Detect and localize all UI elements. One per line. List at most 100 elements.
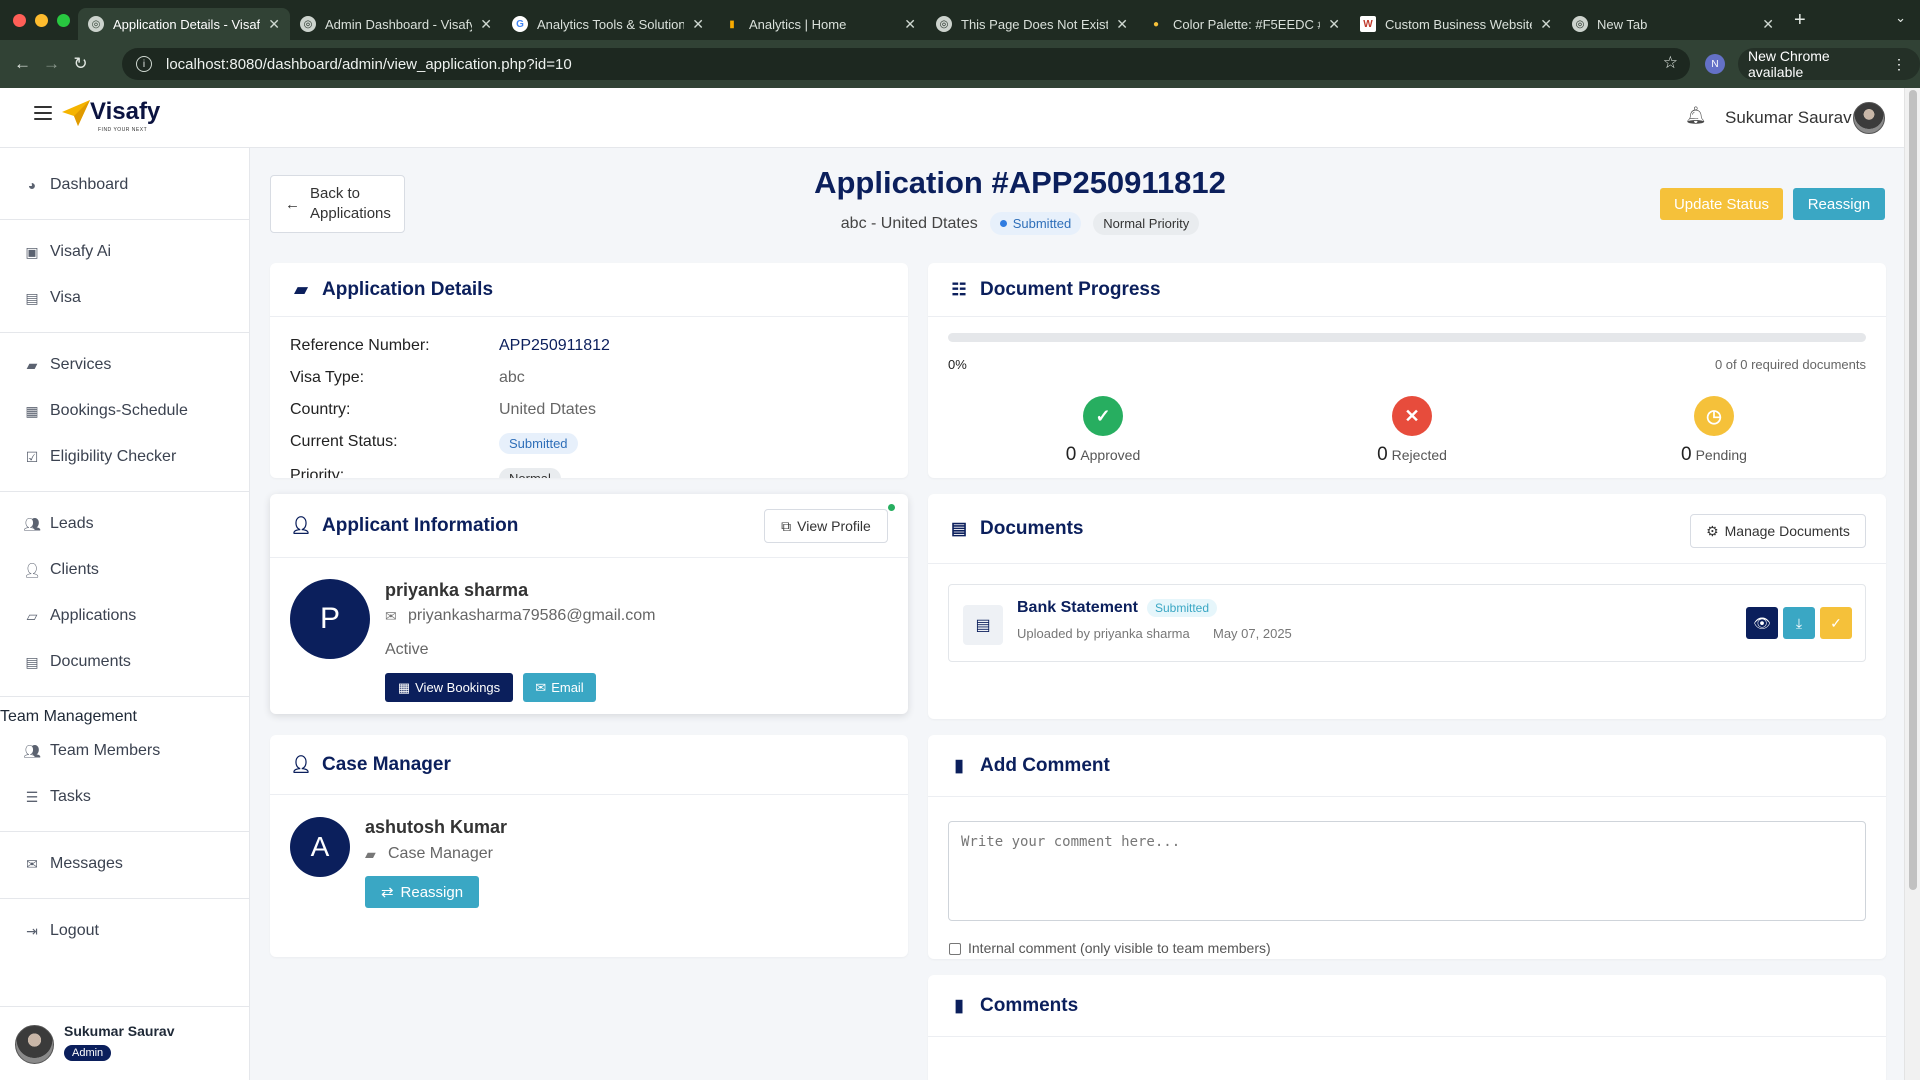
- reassign-button[interactable]: Reassign: [1793, 188, 1885, 220]
- sidebar-item-eligibility[interactable]: ☑ Eligibility Checker: [0, 437, 249, 477]
- browser-tab[interactable]: ▮ Analytics | Home ✕: [714, 8, 926, 40]
- exchange-icon: ⇄: [380, 884, 394, 901]
- manage-documents-button[interactable]: ⚙ Manage Documents: [1690, 514, 1866, 548]
- close-tab-icon[interactable]: ✕: [480, 16, 492, 33]
- sidebar-divider: [0, 696, 249, 697]
- close-tab-icon[interactable]: ✕: [904, 16, 916, 33]
- sidebar-item-dashboard[interactable]: ◕ Dashboard: [0, 165, 249, 205]
- browser-tab[interactable]: W Custom Business Website ✕: [1350, 8, 1562, 40]
- tab-title: Admin Dashboard - Visafy: [325, 16, 473, 32]
- browser-tab[interactable]: ◎ This Page Does Not Exist ✕: [926, 8, 1138, 40]
- webflow-icon: W: [1360, 16, 1376, 32]
- site-info-icon[interactable]: i: [136, 56, 152, 72]
- logo[interactable]: Visafy FIND YOUR NEXT: [62, 100, 160, 133]
- tab-title: Analytics Tools & Solutions: [537, 16, 685, 32]
- sidebar-item-leads[interactable]: 👥︎ Leads: [0, 504, 249, 544]
- close-tab-icon[interactable]: ✕: [268, 16, 280, 33]
- globe-icon: ◎: [88, 16, 104, 32]
- internal-comment-label: Internal comment (only visible to team m…: [968, 940, 1271, 956]
- view-document-eye-icon[interactable]: 👁︎: [1746, 607, 1778, 639]
- sidebar-divider: [0, 831, 249, 832]
- close-tab-icon[interactable]: ✕: [692, 16, 704, 33]
- back-to-applications-button[interactable]: ← Back to Applications: [270, 175, 405, 233]
- maximize-window-button[interactable]: [57, 13, 70, 27]
- sidebar-item-logout[interactable]: ⇥ Logout: [0, 911, 249, 951]
- profile-avatar[interactable]: N: [1705, 54, 1725, 74]
- approved-stat: 0 Approved: [1033, 444, 1173, 466]
- browser-tab[interactable]: ● Color Palette: #F5EEDC # ✕: [1138, 8, 1350, 40]
- reassign-case-manager-button[interactable]: ⇄ Reassign: [365, 876, 479, 908]
- sidebar-item-label: Eligibility Checker: [50, 448, 177, 465]
- robot-icon: ▣: [25, 243, 39, 260]
- browser-tab[interactable]: ◎ New Tab ✕: [1562, 8, 1784, 40]
- status-badge: Submitted: [989, 212, 1082, 235]
- card-header: ☷ Document Progress: [928, 263, 1886, 317]
- internal-comment-checkbox[interactable]: [949, 943, 961, 955]
- bookmark-star-icon[interactable]: ☆: [1663, 53, 1678, 73]
- avatar[interactable]: [15, 1025, 54, 1064]
- comment-textarea[interactable]: Write your comment here...: [948, 821, 1866, 921]
- approve-check-icon[interactable]: ✓: [1820, 607, 1852, 639]
- back-arrow-icon[interactable]: ←: [8, 54, 37, 74]
- minimize-window-button[interactable]: [35, 13, 48, 27]
- approved-label: Approved: [1080, 447, 1141, 463]
- sidebar-item-visafy-ai[interactable]: ▣ Visafy Ai: [0, 232, 249, 272]
- close-window-button[interactable]: [13, 13, 26, 27]
- case-manager-role: Case Manager: [388, 845, 493, 862]
- header-user-name[interactable]: Sukumar Saurav: [1725, 108, 1852, 128]
- close-tab-icon[interactable]: ✕: [1762, 16, 1774, 33]
- view-bookings-button[interactable]: ▦ View Bookings: [385, 673, 513, 702]
- download-icon[interactable]: ⤓: [1783, 607, 1815, 639]
- bell-icon[interactable]: 🔔︎: [1685, 106, 1707, 126]
- sidebar: ◕ Dashboard ▣ Visafy Ai ▤ Visa ▰ Service…: [0, 148, 250, 1080]
- visa-type-value: abc: [499, 369, 525, 386]
- view-profile-label: View Profile: [797, 518, 871, 534]
- tab-search-icon[interactable]: ⌄: [1895, 10, 1906, 26]
- view-profile-button[interactable]: ⧉ View Profile: [764, 509, 888, 543]
- page-scrollbar[interactable]: [1904, 88, 1920, 1080]
- sidebar-item-label: Team Members: [50, 742, 161, 759]
- browser-tab[interactable]: ◎ Admin Dashboard - Visafy ✕: [290, 8, 502, 40]
- comment-icon: ▮: [954, 755, 964, 775]
- reload-icon[interactable]: ↻: [66, 54, 95, 74]
- sidebar-item-visa[interactable]: ▤ Visa: [0, 278, 249, 318]
- users-icon: 👥︎: [23, 742, 41, 759]
- sidebar-item-tasks[interactable]: ☰ Tasks: [0, 777, 249, 817]
- google-icon: G: [512, 16, 528, 32]
- applicant-email[interactable]: priyankasharma79586@gmail.com: [408, 607, 655, 625]
- sidebar-item-team-members[interactable]: 👥︎ Team Members: [0, 731, 249, 771]
- status-badge: Submitted: [499, 433, 578, 454]
- analytics-icon: ▮: [729, 18, 735, 30]
- email-button[interactable]: ✉ Email: [523, 673, 596, 702]
- sidebar-item-bookings[interactable]: ▦ Bookings-Schedule: [0, 391, 249, 431]
- sidebar-item-label: Documents: [50, 653, 131, 670]
- tab-title: New Tab: [1597, 16, 1648, 32]
- update-status-button[interactable]: Update Status: [1660, 188, 1783, 220]
- sidebar-item-messages[interactable]: ✉ Messages: [0, 844, 249, 884]
- more-menu-icon[interactable]: ⋮: [1892, 56, 1906, 73]
- sidebar-item-documents[interactable]: ▤ Documents: [0, 642, 249, 682]
- close-tab-icon[interactable]: ✕: [1540, 16, 1552, 33]
- card-header: ▰ Application Details: [270, 263, 908, 317]
- close-tab-icon[interactable]: ✕: [1116, 16, 1128, 33]
- close-tab-icon[interactable]: ✕: [1328, 16, 1340, 33]
- page-subtitle: abc - United Dtates: [840, 214, 978, 232]
- chrome-update-button[interactable]: New Chrome available ⋮: [1738, 48, 1920, 80]
- users-icon: 👥︎: [23, 515, 41, 532]
- globe-icon: ◎: [300, 16, 316, 32]
- sidebar-item-clients[interactable]: 👤︎ Clients: [0, 550, 249, 590]
- forward-arrow-icon[interactable]: →: [37, 54, 66, 74]
- file-icon: ▤: [25, 653, 39, 670]
- card-title: Comments: [980, 994, 1079, 1016]
- new-tab-button[interactable]: +: [1794, 9, 1806, 32]
- sidebar-divider: [0, 898, 249, 899]
- avatar[interactable]: [1853, 102, 1885, 134]
- external-link-icon: ⧉: [781, 517, 792, 534]
- browser-tab[interactable]: G Analytics Tools & Solutions ✕: [502, 8, 714, 40]
- browser-tab[interactable]: ◎ Application Details - Visafy ✕: [78, 8, 290, 40]
- sidebar-item-applications[interactable]: ▱ Applications: [0, 596, 249, 636]
- sidebar-item-services[interactable]: ▰ Services: [0, 345, 249, 385]
- scrollbar-thumb[interactable]: [1909, 90, 1917, 890]
- hamburger-menu-icon[interactable]: [34, 106, 52, 120]
- url-input[interactable]: i localhost:8080/dashboard/admin/view_ap…: [122, 48, 1690, 80]
